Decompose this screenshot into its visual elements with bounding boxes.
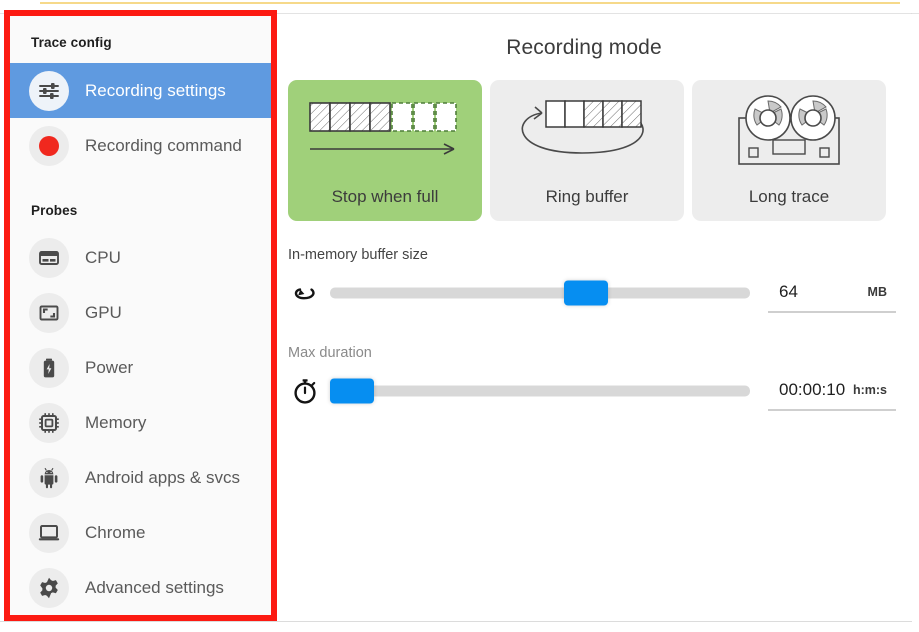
sidebar-section-trace-config: Trace config xyxy=(10,16,271,63)
sidebar-item-label: Recording settings xyxy=(85,81,226,101)
sidebar-item-power[interactable]: Power xyxy=(10,340,271,395)
sidebar-item-label: Recording command xyxy=(85,136,242,156)
tune-sliders-icon xyxy=(29,71,69,111)
sidebar-item-label: GPU xyxy=(85,303,122,323)
memory-chip-icon xyxy=(29,403,69,443)
mode-card-stop-when-full[interactable]: Stop when full xyxy=(288,80,482,221)
sidebar-item-label: Chrome xyxy=(85,523,145,543)
laptop-icon xyxy=(29,513,69,553)
trace-config-sidebar: Trace config xyxy=(10,16,271,615)
max-duration-unit: h:m:s xyxy=(853,383,887,397)
stopwatch-icon xyxy=(288,374,322,408)
recording-settings-panel: Recording mode xyxy=(280,14,912,621)
buffer-size-label: In-memory buffer size xyxy=(288,247,898,263)
slider-track xyxy=(330,386,750,397)
ring-buffer-loop-art xyxy=(490,80,684,187)
battery-bolt-icon xyxy=(29,348,69,388)
android-robot-icon xyxy=(29,458,69,498)
page-title: Recording mode xyxy=(280,14,912,60)
sidebar-item-android-apps-svcs[interactable]: Android apps & svcs xyxy=(10,450,271,505)
max-duration-label: Max duration xyxy=(288,345,898,361)
sidebar-item-chrome[interactable]: Chrome xyxy=(10,505,271,560)
gear-icon xyxy=(29,568,69,608)
buffer-size-control: In-memory buffer size 64 MB xyxy=(288,247,898,315)
linear-buffer-arrow-art xyxy=(288,80,482,187)
mode-card-label: Long trace xyxy=(749,187,829,221)
mode-card-ring-buffer[interactable]: Ring buffer xyxy=(490,80,684,221)
mode-card-long-trace[interactable]: Long trace xyxy=(692,80,886,221)
recording-mode-card-group: Stop when full xyxy=(288,80,896,221)
mode-card-label: Ring buffer xyxy=(546,187,629,221)
buffer-size-value-field[interactable]: 64 MB xyxy=(768,273,896,313)
sidebar-item-cpu[interactable]: CPU xyxy=(10,230,271,285)
buffer-size-slider[interactable] xyxy=(330,278,750,308)
tape-reel-art xyxy=(692,80,886,187)
perfetto-record-page: Trace config xyxy=(0,0,919,632)
slider-thumb[interactable] xyxy=(330,379,374,404)
sidebar-item-label: Memory xyxy=(85,413,146,433)
sidebar-item-label: CPU xyxy=(85,248,121,268)
sidebar-item-recording-command[interactable]: Recording command xyxy=(10,118,271,173)
sidebar-item-label: Android apps & svcs xyxy=(85,468,240,488)
sidebar-highlight-box: Trace config xyxy=(4,10,277,621)
max-duration-value-field[interactable]: 00:00:10 h:m:s xyxy=(768,371,896,411)
gpu-frame-icon xyxy=(29,293,69,333)
cpu-chip-icon xyxy=(29,238,69,278)
sidebar-item-label: Advanced settings xyxy=(85,578,224,598)
sidebar-item-label: Power xyxy=(85,358,133,378)
record-dot-icon xyxy=(29,126,69,166)
sidebar-section-probes: Probes xyxy=(10,173,271,230)
max-duration-value: 00:00:10 xyxy=(779,380,845,400)
buffer-size-unit: MB xyxy=(868,285,887,299)
max-duration-control: Max duration 00:00:10 xyxy=(288,345,898,413)
sidebar-item-recording-settings[interactable]: Recording settings xyxy=(10,63,271,118)
sidebar-item-memory[interactable]: Memory xyxy=(10,395,271,450)
max-duration-slider[interactable] xyxy=(330,376,750,406)
slider-track xyxy=(330,288,750,299)
frame-bottom-rule xyxy=(0,621,912,622)
buffer-size-value: 64 xyxy=(779,282,798,302)
top-accent-line xyxy=(40,2,900,4)
slider-thumb[interactable] xyxy=(564,281,608,306)
sidebar-item-advanced-settings[interactable]: Advanced settings xyxy=(10,560,271,615)
sidebar-item-gpu[interactable]: GPU xyxy=(10,285,271,340)
mode-card-label: Stop when full xyxy=(332,187,439,221)
loop-arrow-icon xyxy=(288,276,322,310)
